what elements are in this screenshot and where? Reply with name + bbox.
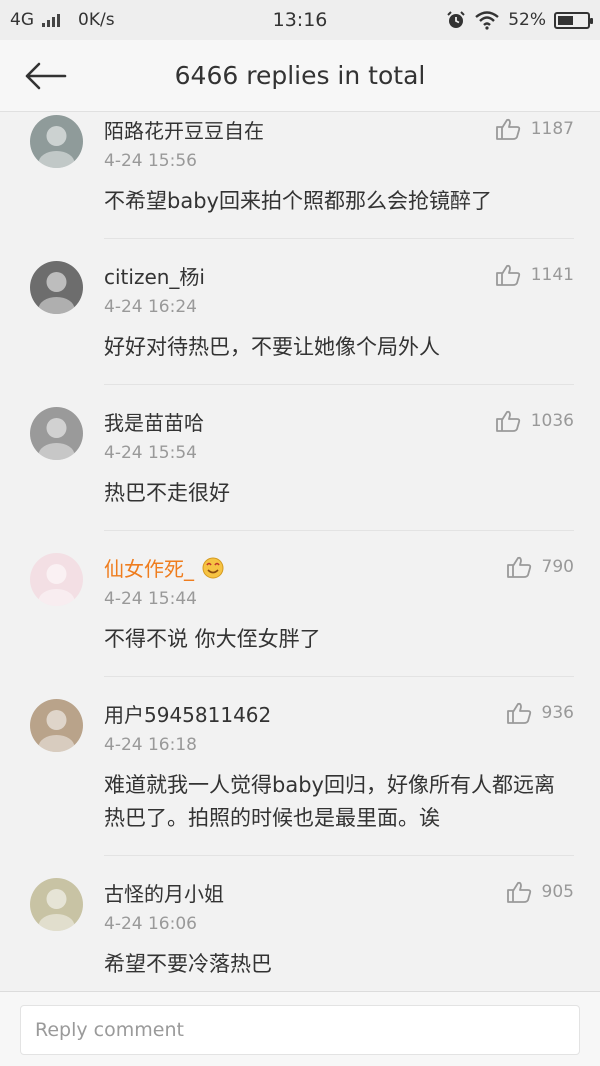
reply-bar (0, 991, 600, 1066)
status-right: 52% (446, 10, 593, 30)
comment-body: 我是苗苗哈 1036 4-24 15:54 热巴不走很好 (104, 407, 574, 531)
avatar-image (30, 407, 83, 460)
username[interactable]: 我是苗苗哈 (104, 407, 204, 436)
avatar-image (30, 878, 83, 931)
comment-text: 难道就我一人觉得baby回归，好像所有人都远离热巴了。拍照的时候也是最里面。诶 (104, 773, 555, 830)
like-count: 790 (541, 557, 574, 577)
thumbs-up-icon (506, 556, 531, 578)
comment-time: 4-24 16:18 (104, 735, 197, 755)
comment-text: 热巴不走很好 (104, 481, 230, 505)
like-count: 1141 (530, 265, 574, 285)
comment-time: 4-24 16:24 (104, 297, 197, 317)
avatar[interactable] (30, 261, 83, 314)
comment-text: 希望不要冷落热巴 (104, 952, 272, 976)
avatar-image (30, 261, 83, 314)
comment-time: 4-24 15:54 (104, 443, 197, 463)
comment-item: 古怪的月小姐 905 4-24 16:06 希望不要冷落热巴 (0, 856, 600, 991)
battery-percent: 52% (508, 10, 546, 30)
comment-time: 4-24 15:44 (104, 589, 197, 609)
like-count: 1187 (530, 119, 574, 139)
comment-text: 不得不说 你大侄女胖了 (104, 627, 321, 651)
comment-header: 用户5945811462 936 (104, 699, 574, 727)
comment-header: citizen_杨i 1141 (104, 261, 574, 289)
comment-list-inner: 陌路花开豆豆自在 1187 4-24 15:56 不希望baby回来拍个照都那么… (0, 113, 600, 991)
thumbs-up-icon (506, 881, 531, 903)
avatar[interactable] (30, 878, 83, 931)
username[interactable]: 用户5945811462 (104, 699, 271, 728)
avatar[interactable] (30, 553, 83, 606)
top-nav-bar: 6466 replies in total (0, 40, 600, 112)
username[interactable]: 陌路花开豆豆自在 (104, 115, 264, 144)
thumbs-up-icon (495, 118, 520, 140)
status-left: 4G 0K/s (10, 10, 210, 30)
comment-text: 好好对待热巴，不要让她像个局外人 (104, 335, 440, 359)
username[interactable]: citizen_杨i (104, 261, 205, 290)
comment-item: citizen_杨i 1141 4-24 16:24 好好对待热巴，不要让她像个… (0, 239, 600, 385)
wifi-icon (475, 11, 499, 30)
comment-header: 古怪的月小姐 905 (104, 878, 574, 906)
network-speed: 0K/s (78, 10, 115, 30)
signal-bars-icon (42, 13, 60, 27)
comment-item: 陌路花开豆豆自在 1187 4-24 15:56 不希望baby回来拍个照都那么… (0, 113, 600, 239)
emoji-icon (202, 557, 224, 579)
comment-body: 陌路花开豆豆自在 1187 4-24 15:56 不希望baby回来拍个照都那么… (104, 115, 574, 239)
username[interactable]: 仙女作死_ (104, 553, 194, 582)
back-button[interactable] (18, 56, 72, 96)
like-button[interactable]: 936 (506, 701, 574, 725)
network-type: 4G (10, 10, 34, 30)
thumbs-up-icon (495, 410, 520, 432)
like-button[interactable]: 1036 (495, 409, 574, 433)
comment-item: 仙女作死_ 790 4-24 15:44 不得不说 你大侄女胖了 (0, 531, 600, 677)
thumbs-up-icon (506, 702, 531, 724)
avatar-image (30, 115, 83, 168)
alarm-clock-icon (447, 11, 465, 28)
comment-item: 我是苗苗哈 1036 4-24 15:54 热巴不走很好 (0, 385, 600, 531)
reply-comment-input[interactable] (20, 1005, 580, 1055)
battery-level-fill (558, 15, 573, 25)
comment-text: 不希望baby回来拍个照都那么会抢镜醉了 (104, 189, 492, 213)
thumbs-up-icon (495, 264, 520, 286)
like-button[interactable]: 790 (506, 555, 574, 579)
comment-item: 用户5945811462 936 4-24 16:18 难道就我一人觉得baby… (0, 677, 600, 856)
comment-header: 我是苗苗哈 1036 (104, 407, 574, 435)
avatar[interactable] (30, 407, 83, 460)
status-bar: 4G 0K/s 13:16 52% (0, 0, 600, 40)
comment-time: 4-24 16:06 (104, 914, 197, 934)
comment-body: 用户5945811462 936 4-24 16:18 难道就我一人觉得baby… (104, 699, 574, 856)
comment-body: citizen_杨i 1141 4-24 16:24 好好对待热巴，不要让她像个… (104, 261, 574, 385)
comment-header: 仙女作死_ 790 (104, 553, 574, 581)
comment-body: 古怪的月小姐 905 4-24 16:06 希望不要冷落热巴 (104, 878, 574, 991)
avatar-image (30, 553, 83, 606)
comment-list[interactable]: 陌路花开豆豆自在 1187 4-24 15:56 不希望baby回来拍个照都那么… (0, 113, 600, 991)
avatar[interactable] (30, 115, 83, 168)
like-button[interactable]: 1187 (495, 117, 574, 141)
like-count: 936 (541, 703, 574, 723)
comment-time: 4-24 15:56 (104, 151, 197, 171)
like-button[interactable]: 1141 (495, 263, 574, 287)
username[interactable]: 古怪的月小姐 (104, 878, 224, 907)
like-button[interactable]: 905 (506, 880, 574, 904)
avatar-image (30, 699, 83, 752)
back-arrow-icon (25, 62, 67, 90)
avatar[interactable] (30, 699, 83, 752)
like-count: 1036 (530, 411, 574, 431)
comment-header: 陌路花开豆豆自在 1187 (104, 115, 574, 143)
battery-icon (554, 11, 593, 29)
page-title: 6466 replies in total (174, 61, 426, 90)
comment-body: 仙女作死_ 790 4-24 15:44 不得不说 你大侄女胖了 (104, 553, 574, 677)
like-count: 905 (541, 882, 574, 902)
